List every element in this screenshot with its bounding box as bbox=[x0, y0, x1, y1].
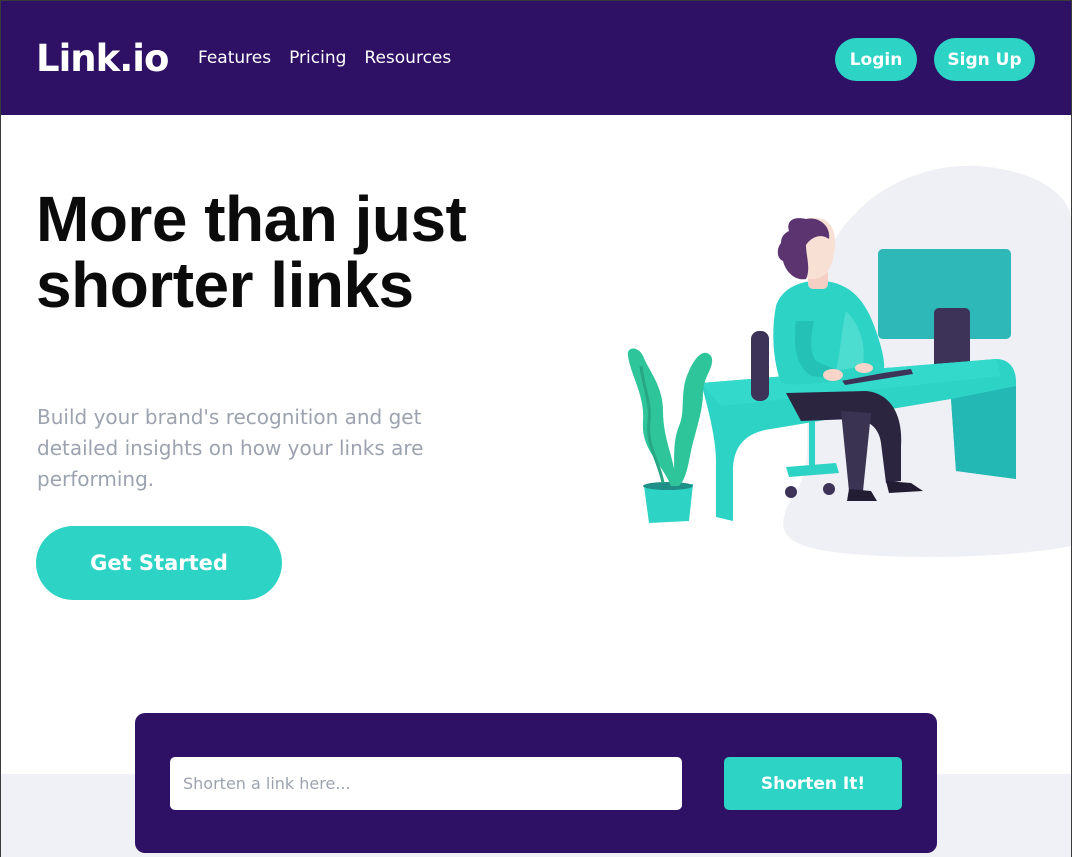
nav-link-features[interactable]: Features bbox=[198, 48, 271, 68]
nav-link-pricing[interactable]: Pricing bbox=[289, 48, 346, 68]
shorten-form: Shorten It! bbox=[135, 713, 937, 853]
signup-button[interactable]: Sign Up bbox=[934, 38, 1035, 81]
hero-subtitle: Build your brand's recognition and get d… bbox=[37, 405, 424, 491]
shorten-button[interactable]: Shorten It! bbox=[724, 757, 902, 810]
nav-link-resources[interactable]: Resources bbox=[364, 48, 451, 68]
shorten-link-input[interactable] bbox=[170, 757, 682, 810]
nav-links: Features Pricing Resources bbox=[198, 48, 451, 68]
get-started-button[interactable]: Get Started bbox=[36, 526, 282, 600]
navbar: Link.io Features Pricing Resources Login… bbox=[1, 1, 1071, 115]
logo[interactable]: Link.io bbox=[36, 37, 169, 80]
login-button[interactable]: Login bbox=[835, 38, 917, 81]
hero-title: More than just shorter links bbox=[36, 183, 467, 321]
person-working-at-desk-illustration bbox=[627, 165, 1071, 557]
